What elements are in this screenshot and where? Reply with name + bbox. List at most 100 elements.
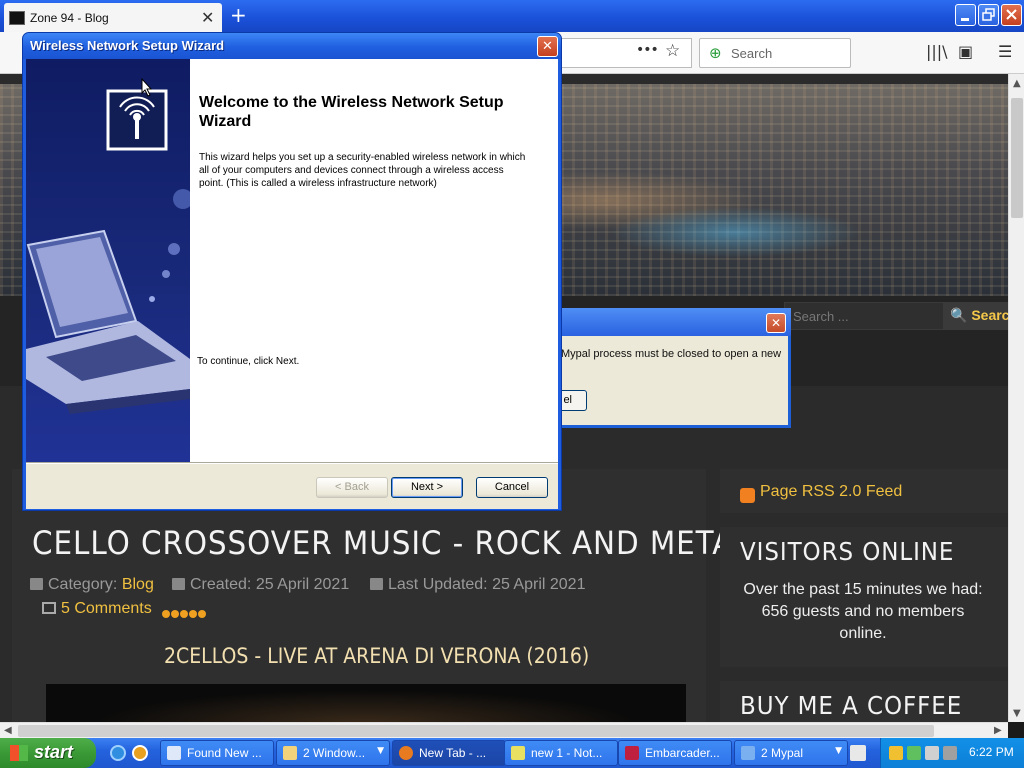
minimize-button[interactable]: [955, 4, 976, 26]
mypal-dialog-close-button[interactable]: ✕: [766, 313, 786, 333]
firefox-quicklaunch-icon[interactable]: [132, 745, 148, 761]
start-label: start: [34, 742, 74, 762]
firefox-icon: [399, 746, 413, 760]
window-close-button[interactable]: [1001, 4, 1022, 26]
next-button[interactable]: Next >: [391, 477, 463, 498]
wireless-wizard-dialog: Wireless Network Setup Wizard ✕ Welcome …: [22, 32, 562, 511]
taskbar-item-label: 2 Window...: [303, 746, 366, 760]
coffee-title: BUY ME A COFFEE: [740, 691, 963, 720]
wizard-title: Wireless Network Setup Wizard: [30, 38, 225, 53]
volume-icon[interactable]: [943, 746, 957, 760]
window-icon: [167, 746, 181, 760]
mypal-dialog: ✕ Mypal process must be closed to open a…: [533, 308, 791, 428]
back-button[interactable]: < Back: [316, 477, 388, 498]
scrollbar-thumb[interactable]: [18, 725, 934, 737]
rating-stars[interactable]: [162, 603, 207, 622]
article-created: Created: 25 April 2021: [172, 576, 349, 594]
wizard-heading: Welcome to the Wireless Network Setup Wi…: [199, 94, 504, 130]
site-search-input[interactable]: Search ...: [784, 302, 944, 330]
browser-search-input[interactable]: ⊕ Search: [699, 38, 851, 68]
browser-tab[interactable]: Zone 94 - Blog ✕: [4, 3, 222, 32]
scroll-up-icon[interactable]: ▲: [1013, 78, 1021, 89]
search-placeholder: Search: [731, 46, 773, 61]
taskbar-item-notepad[interactable]: new 1 - Not...: [504, 740, 618, 766]
site-search-button[interactable]: 🔍 Search: [944, 302, 1008, 330]
chevron-down-icon: ▼: [377, 746, 384, 756]
windows-logo-icon: [10, 745, 28, 761]
system-tray: 6:22 PM: [880, 738, 1024, 768]
network-icon[interactable]: [907, 746, 921, 760]
comments-count: 5 Comments: [61, 600, 152, 617]
hamburger-menu-icon[interactable]: ☰: [998, 42, 1012, 61]
star-icon: [189, 610, 197, 618]
taskbar-item-label: Embarcader...: [645, 746, 720, 760]
video-embed[interactable]: [46, 684, 686, 722]
new-tab-button[interactable]: +: [230, 3, 247, 27]
wizard-client-area: Welcome to the Wireless Network Setup Wi…: [26, 59, 558, 509]
comments-link[interactable]: 5 Comments: [42, 600, 152, 618]
keyboard-icon[interactable]: [850, 745, 866, 761]
comment-icon: [42, 602, 56, 614]
browser-titlebar: Zone 94 - Blog ✕ +: [0, 0, 1024, 32]
calendar-icon: [172, 578, 185, 590]
security-shield-icon[interactable]: [889, 746, 903, 760]
folder-icon: [30, 578, 43, 590]
taskbar-item-new-tab[interactable]: New Tab - ...: [392, 740, 506, 766]
scroll-right-icon[interactable]: ▶: [994, 725, 1002, 736]
star-icon: [162, 610, 170, 618]
taskbar: start Found New ... 2 Window... ▼ New Ta…: [0, 738, 1024, 768]
internet-explorer-icon[interactable]: [110, 745, 126, 761]
bookmark-star-icon[interactable]: ☆: [665, 41, 680, 61]
page-actions-icon[interactable]: •••: [636, 42, 659, 58]
tray-app-icon[interactable]: [925, 746, 939, 760]
rss-widget: Page RSS 2.0 Feed: [720, 469, 1008, 513]
wizard-titlebar[interactable]: Wireless Network Setup Wizard ✕: [23, 33, 561, 59]
rss-link[interactable]: Page RSS 2.0 Feed: [760, 483, 902, 501]
restore-button[interactable]: [978, 4, 999, 26]
taskbar-item-label: new 1 - Not...: [531, 746, 603, 760]
mypal-icon: [741, 746, 755, 760]
start-button[interactable]: start: [0, 738, 96, 768]
star-icon: [198, 610, 206, 618]
visitors-text: Over the past 15 minutes we had: 656 gue…: [743, 581, 983, 642]
site-search-button-label: Search: [971, 307, 1008, 323]
library-icon[interactable]: |||\: [926, 42, 948, 61]
taskbar-item-label: New Tab - ...: [419, 746, 487, 760]
vertical-scrollbar[interactable]: ▲ ▼: [1008, 74, 1024, 722]
scroll-down-icon[interactable]: ▼: [1013, 708, 1021, 719]
taskbar-item-found-new[interactable]: Found New ...: [160, 740, 274, 766]
wizard-continue-text: To continue, click Next.: [197, 356, 300, 367]
taskbar-item-windows[interactable]: 2 Window... ▼: [276, 740, 390, 766]
created-date: Created: 25 April 2021: [190, 576, 350, 593]
wireless-laptop-illustration: [26, 89, 190, 414]
folder-icon: [283, 746, 297, 760]
star-icon: [171, 610, 179, 618]
wizard-close-button[interactable]: ✕: [537, 36, 558, 57]
taskbar-item-embarcadero[interactable]: Embarcader...: [618, 740, 732, 766]
mypal-dialog-message: Mypal process must be closed to open a n…: [561, 348, 782, 360]
mouse-cursor-icon: [141, 78, 153, 97]
taskbar-item-mypal[interactable]: 2 Mypal ▼: [734, 740, 848, 766]
horizontal-scrollbar[interactable]: ◀ ▶: [0, 722, 1008, 738]
tab-title: Zone 94 - Blog: [30, 11, 109, 25]
video-title: 2CELLOS - LIVE AT ARENA DI VERONA (2016): [164, 644, 590, 668]
visitors-widget: VISITORS ONLINE Over the past 15 minutes…: [720, 527, 1008, 667]
tab-close-icon[interactable]: ✕: [201, 8, 214, 27]
category-label: Category:: [48, 576, 118, 593]
wizard-side-banner: [26, 59, 190, 462]
article-category: Category: Blog: [30, 576, 154, 594]
updated-date: Last Updated: 25 April 2021: [388, 576, 586, 593]
scrollbar-thumb[interactable]: [1011, 98, 1023, 218]
close-icon: [1006, 9, 1017, 20]
wizard-separator: [26, 462, 558, 464]
rss-icon: [740, 488, 755, 503]
search-engine-icon: ⊕: [709, 44, 722, 62]
chevron-down-icon: ▼: [835, 746, 842, 756]
mypal-dialog-titlebar: [540, 308, 791, 336]
scroll-left-icon[interactable]: ◀: [4, 725, 12, 736]
sidebar-toggle-icon[interactable]: ▣: [958, 42, 973, 61]
cancel-button[interactable]: Cancel: [476, 477, 548, 498]
category-link[interactable]: Blog: [122, 576, 154, 593]
article-updated: Last Updated: 25 April 2021: [370, 576, 585, 594]
restore-icon: [982, 8, 995, 21]
